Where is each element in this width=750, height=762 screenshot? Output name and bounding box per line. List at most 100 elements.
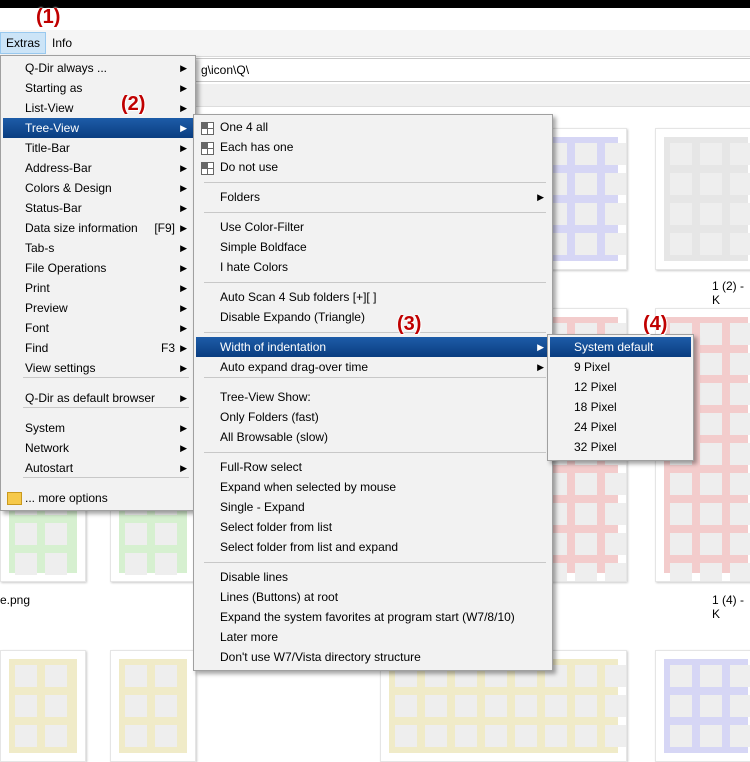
- extras-menu-item[interactable]: System ▶: [3, 418, 193, 438]
- extras-menu-item[interactable]: Network ▶: [3, 438, 193, 458]
- thumbnail-image: [664, 659, 750, 753]
- indent-menu-item[interactable]: 12 Pixel: [550, 377, 691, 397]
- treeview-menu-item[interactable]: Expand the system favorites at program s…: [196, 607, 550, 627]
- submenu-arrow-icon: ▶: [180, 63, 187, 73]
- treeview-menu-item[interactable]: Do not use: [196, 157, 550, 177]
- extras-menu-item[interactable]: List-View ▶: [3, 98, 193, 118]
- extras-menu-item[interactable]: Find F3 ▶: [3, 338, 193, 358]
- thumbnail-caption: 1 (4) - K: [712, 593, 745, 621]
- extras-menu-item-label: List-View: [25, 101, 74, 115]
- extras-menu-item-label: ... more options: [25, 491, 108, 505]
- treeview-submenu: One 4 all Each has one Do not use Folders ▶ U…: [193, 114, 553, 671]
- menu-separator: [23, 477, 189, 478]
- extras-menu-item-label: Q-Dir always ...: [25, 61, 108, 75]
- submenu-arrow-icon: ▶: [180, 283, 187, 293]
- indent-menu-item[interactable]: 9 Pixel: [550, 357, 691, 377]
- treeview-menu-item-label: Select folder from list and expand: [220, 540, 399, 554]
- submenu-arrow-icon: ▶: [180, 163, 187, 173]
- submenu-arrow-icon: ▶: [180, 323, 187, 333]
- treeview-menu-item[interactable]: Disable Expando (Triangle): [196, 307, 550, 327]
- indent-menu-item[interactable]: 32 Pixel: [550, 437, 691, 457]
- submenu-arrow-icon: ▶: [180, 363, 187, 373]
- extras-menu-item[interactable]: Title-Bar ▶: [3, 138, 193, 158]
- treeview-menu-item[interactable]: Select folder from list and expand: [196, 537, 550, 557]
- thumbnail[interactable]: [110, 650, 196, 762]
- treeview-menu-item[interactable]: Auto expand drag-over time ▶: [196, 357, 550, 377]
- treeview-menu-item[interactable]: All Browsable (slow): [196, 427, 550, 447]
- thumbnail-image: [119, 659, 187, 753]
- menu-info[interactable]: Info: [47, 33, 77, 53]
- extras-menu-item[interactable]: File Operations ▶: [3, 258, 193, 278]
- thumbnail-image: [9, 659, 77, 753]
- extras-menu-item[interactable]: Colors & Design ▶: [3, 178, 193, 198]
- extras-menu-item-label: Print: [25, 281, 50, 295]
- extras-menu-item[interactable]: Tab-s ▶: [3, 238, 193, 258]
- extras-menu-item-label: Find: [25, 341, 49, 355]
- treeview-menu-item-label: Do not use: [220, 160, 279, 174]
- extras-menu-item[interactable]: Data size information [F9] ▶: [3, 218, 193, 238]
- treeview-menu-item[interactable]: Expand when selected by mouse: [196, 477, 550, 497]
- treeview-menu-item-label: One 4 all: [220, 120, 269, 134]
- extras-menu-item[interactable]: Preview ▶: [3, 298, 193, 318]
- indent-menu-item[interactable]: 18 Pixel: [550, 397, 691, 417]
- treeview-menu-item[interactable]: Later more: [196, 627, 550, 647]
- treeview-menu-item[interactable]: Single - Expand: [196, 497, 550, 517]
- extras-menu-item[interactable]: Status-Bar ▶: [3, 198, 193, 218]
- menu-separator: [204, 332, 546, 333]
- extras-menu-item[interactable]: Q-Dir always ... ▶: [3, 58, 193, 78]
- treeview-menu-item[interactable]: I hate Colors: [196, 257, 550, 277]
- treeview-menu-item[interactable]: Auto Scan 4 Sub folders [+][ ]: [196, 287, 550, 307]
- indent-menu-item-label: 24 Pixel: [574, 420, 617, 434]
- extras-menu-item[interactable]: Autostart ▶: [3, 458, 193, 478]
- submenu-arrow-icon: ▶: [537, 192, 544, 202]
- callout-4: (4): [643, 313, 668, 335]
- extras-menu-item-label: View settings: [25, 361, 96, 375]
- grid-icon: [201, 122, 214, 135]
- extras-menu-item[interactable]: View settings ▶: [3, 358, 193, 378]
- treeview-menu-item[interactable]: Only Folders (fast): [196, 407, 550, 427]
- treeview-menu-item-label: Single - Expand: [220, 500, 305, 514]
- thumbnail-image: [664, 137, 750, 261]
- treeview-menu-item[interactable]: Full-Row select: [196, 457, 550, 477]
- callout-2: (2): [121, 93, 146, 115]
- treeview-menu-item[interactable]: Folders ▶: [196, 187, 550, 207]
- treeview-menu-item[interactable]: Simple Boldface: [196, 237, 550, 257]
- treeview-menu-item[interactable]: Tree-View Show:: [196, 387, 550, 407]
- extras-menu-item[interactable]: Starting as ▶: [3, 78, 193, 98]
- extras-menu-item[interactable]: Tree-View ▶: [3, 118, 193, 138]
- extras-menu-item-label: Data size information: [25, 221, 138, 235]
- treeview-menu-item[interactable]: Select folder from list: [196, 517, 550, 537]
- submenu-arrow-icon: ▶: [180, 423, 187, 433]
- thumbnail-caption: e.png: [0, 593, 31, 607]
- submenu-arrow-icon: ▶: [180, 103, 187, 113]
- treeview-menu-item[interactable]: Each has one: [196, 137, 550, 157]
- extras-menu-item[interactable]: Q-Dir as default browser ▶: [3, 388, 193, 408]
- extras-menu-item[interactable]: Font ▶: [3, 318, 193, 338]
- treeview-menu-item[interactable]: Width of indentation ▶: [196, 337, 550, 357]
- treeview-menu-item[interactable]: Use Color-Filter: [196, 217, 550, 237]
- extras-menu-item[interactable]: ... more options: [3, 488, 193, 508]
- menu-extras[interactable]: Extras: [0, 32, 47, 54]
- thumbnail[interactable]: [0, 650, 86, 762]
- treeview-menu-item-label: Expand when selected by mouse: [220, 480, 397, 494]
- extras-menu-item-label: Colors & Design: [25, 181, 112, 195]
- treeview-menu-item[interactable]: Lines (Buttons) at root: [196, 587, 550, 607]
- grid-icon: [201, 142, 214, 155]
- treeview-menu-item-label: Disable Expando (Triangle): [220, 310, 365, 324]
- treeview-menu-item[interactable]: Don't use W7/Vista directory structure: [196, 647, 550, 667]
- extras-menu-item[interactable]: Print ▶: [3, 278, 193, 298]
- extras-menu-item-shortcut: F3: [160, 341, 175, 355]
- submenu-arrow-icon: ▶: [180, 343, 187, 353]
- submenu-arrow-icon: ▶: [537, 362, 544, 372]
- thumbnail[interactable]: [655, 650, 750, 762]
- address-bar[interactable]: g\icon\Q\: [190, 58, 750, 82]
- treeview-menu-item[interactable]: One 4 all: [196, 117, 550, 137]
- indent-menu-item[interactable]: 24 Pixel: [550, 417, 691, 437]
- extras-menu-item[interactable]: Address-Bar ▶: [3, 158, 193, 178]
- thumbnail[interactable]: [655, 128, 750, 270]
- treeview-menu-item[interactable]: Disable lines: [196, 567, 550, 587]
- extras-menu-item-label: Tab-s: [25, 241, 55, 255]
- window-top-edge: [0, 0, 750, 8]
- extras-menu-item-label: Q-Dir as default browser: [25, 391, 156, 405]
- indent-menu-item[interactable]: System default: [550, 337, 691, 357]
